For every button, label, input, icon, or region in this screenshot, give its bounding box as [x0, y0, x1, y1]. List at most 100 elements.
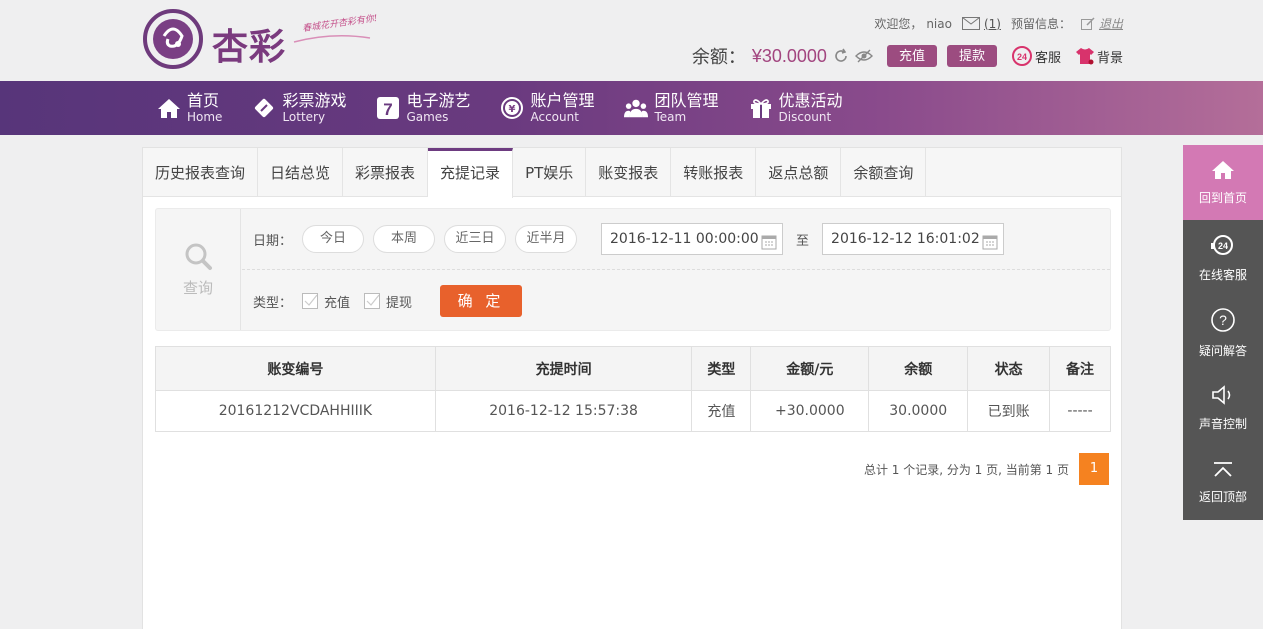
tab-transfer-report[interactable]: 转账报表: [671, 148, 757, 197]
sidebar-label: 在线客服: [1198, 267, 1247, 282]
nav-label-en: Lottery: [282, 110, 326, 124]
tab-daily-summary[interactable]: 日结总览: [258, 148, 344, 197]
type-recharge-checkbox[interactable]: 充值: [302, 292, 350, 311]
customer-service-label: 客服: [1034, 50, 1061, 66]
tshirt-icon: [1075, 48, 1094, 65]
background-label: 背景: [1096, 50, 1123, 66]
preset-this-week-button[interactable]: 本周: [373, 225, 436, 253]
start-date-input[interactable]: 2016-12-11 00:00:00: [601, 223, 784, 255]
query-label: 查询: [182, 279, 213, 297]
sidebar-label: 回到首页: [1198, 190, 1247, 205]
header: 杏彩 春城花开杏彩有你! 欢迎您， niao (1) 预留信息： 退出 余额： …: [0, 0, 1263, 81]
back-to-top-icon: [1211, 461, 1235, 482]
col-header-status: 状态: [967, 346, 1051, 391]
start-date-value: 2016-12-11 00:00:00: [610, 231, 759, 247]
withdraw-button[interactable]: 提款: [946, 45, 997, 67]
nav-games[interactable]: 7 电子游艺 Games: [376, 81, 470, 135]
query-form: 查询 日期： 今日 本周 近三日 近半月 2016-12-11 00:00:00…: [155, 208, 1111, 331]
nav-discount[interactable]: 优惠活动 Discount: [749, 81, 843, 135]
nav-home[interactable]: 首页 Home: [157, 81, 222, 135]
end-date-input[interactable]: 2016-12-12 16:01:02: [822, 223, 1005, 255]
tab-balance-query[interactable]: 余额查询: [841, 148, 927, 197]
ticket-icon: [252, 96, 276, 120]
logo-name: 杏彩: [212, 26, 287, 68]
logo-swoosh-icon: [293, 35, 371, 43]
cell-amount: +30.0000: [750, 390, 870, 432]
edit-icon[interactable]: [1080, 16, 1095, 31]
logout-link[interactable]: 退出: [1099, 15, 1123, 32]
page-1-button[interactable]: 1: [1079, 453, 1109, 485]
tab-pt-entertainment[interactable]: PT娱乐: [513, 148, 587, 197]
question-icon: ?: [1210, 307, 1236, 336]
nav-label-en: Team: [654, 110, 687, 124]
nav-lottery[interactable]: 彩票游戏 Lottery: [252, 81, 346, 135]
tab-rebate-total[interactable]: 返点总额: [756, 148, 842, 197]
col-header-type: 类型: [691, 346, 752, 391]
nav-label-en: Account: [530, 110, 579, 124]
user-info-line: 欢迎您， niao (1) 预留信息： 退出: [874, 15, 1123, 32]
table-header-row: 账变编号 充提时间 类型 金额/元 余额 状态 备注: [155, 346, 1111, 391]
logo[interactable]: 杏彩 春城花开杏彩有你!: [142, 8, 392, 72]
nav-label-en: Games: [406, 110, 449, 124]
type-row: 类型： 充值 提现 确 定: [253, 285, 523, 317]
sidebar-faq[interactable]: ? 疑问解答: [1183, 295, 1263, 370]
pagination-summary: 总计 1 个记录, 分为 1 页, 当前第 1 页: [863, 462, 1069, 477]
main-nav: 首页 Home 彩票游戏 Lottery 7 电子游艺 Games ¥ 账户管理 Acc…: [0, 81, 1263, 135]
cell-note: -----: [1049, 390, 1111, 432]
type-recharge-label: 充值: [324, 295, 351, 311]
calendar-icon[interactable]: [761, 231, 777, 261]
balance-label: 余额：: [691, 47, 746, 68]
type-withdraw-checkbox[interactable]: 提现: [364, 292, 412, 311]
tab-history-report[interactable]: 历史报表查询: [143, 148, 259, 197]
floating-sidebar: 回到首页 24 在线客服 ? 疑问解答 声音控制 返回顶部: [1183, 145, 1263, 520]
home-icon: [157, 96, 181, 120]
tab-lottery-report[interactable]: 彩票报表: [343, 148, 429, 197]
balance-amount: ¥30.0000: [751, 45, 827, 66]
service-24-icon: 24: [1011, 46, 1032, 66]
sidebar-online-service[interactable]: 24 在线客服: [1183, 220, 1263, 295]
nav-account[interactable]: ¥ 账户管理 Account: [500, 81, 594, 135]
nav-label-cn: 首页: [187, 91, 220, 110]
cell-type: 充值: [691, 390, 752, 432]
confirm-button[interactable]: 确 定: [440, 285, 523, 317]
cell-id: 20161212VCDAHHIIIK: [155, 390, 436, 432]
preset-last-three-days-button[interactable]: 近三日: [444, 225, 507, 253]
col-header-balance: 余额: [868, 346, 969, 391]
customer-service-link[interactable]: 24 客服: [1011, 45, 1061, 67]
mail-count-link[interactable]: (1): [984, 17, 1001, 31]
svg-text:?: ?: [1219, 312, 1227, 328]
sidebar-sound-control[interactable]: 声音控制: [1183, 370, 1263, 445]
recharge-button[interactable]: 充值: [886, 45, 937, 67]
calendar-icon[interactable]: [982, 231, 998, 261]
hide-balance-icon[interactable]: [854, 49, 873, 63]
refresh-icon[interactable]: [833, 48, 849, 64]
date-label: 日期：: [253, 233, 293, 249]
pagination: 总计 1 个记录, 分为 1 页, 当前第 1 页 1: [864, 453, 1109, 485]
svg-text:¥: ¥: [509, 104, 516, 115]
mail-icon[interactable]: [961, 17, 980, 30]
yen-coin-icon: ¥: [500, 96, 524, 120]
cell-time: 2016-12-12 15:57:38: [434, 390, 693, 432]
col-header-amount: 金额/元: [750, 346, 870, 391]
end-date-value: 2016-12-12 16:01:02: [831, 231, 980, 247]
sidebar-back-home[interactable]: 回到首页: [1183, 145, 1263, 220]
welcome-text: 欢迎您，: [874, 17, 923, 31]
sidebar-back-to-top[interactable]: 返回顶部: [1183, 445, 1263, 520]
sidebar-label: 返回顶部: [1198, 489, 1247, 504]
nav-team[interactable]: 团队管理 Team: [624, 81, 719, 135]
nav-label-cn: 彩票游戏: [282, 91, 347, 110]
checkbox-box[interactable]: [302, 293, 319, 309]
svg-text:7: 7: [384, 100, 393, 119]
nav-label-en: Discount: [778, 110, 832, 124]
tab-account-change-report[interactable]: 账变报表: [586, 148, 672, 197]
checkbox-box[interactable]: [364, 293, 381, 309]
nav-label-en: Home: [187, 110, 223, 124]
type-withdraw-label: 提现: [386, 295, 413, 311]
background-link[interactable]: 背景: [1075, 47, 1123, 66]
preset-last-half-month-button[interactable]: 近半月: [515, 225, 578, 253]
gift-icon: [749, 96, 773, 120]
tab-deposit-withdraw-records[interactable]: 充提记录: [428, 148, 514, 198]
team-icon: [624, 96, 649, 120]
cell-balance: 30.0000: [868, 390, 969, 432]
preset-today-button[interactable]: 今日: [302, 225, 365, 253]
